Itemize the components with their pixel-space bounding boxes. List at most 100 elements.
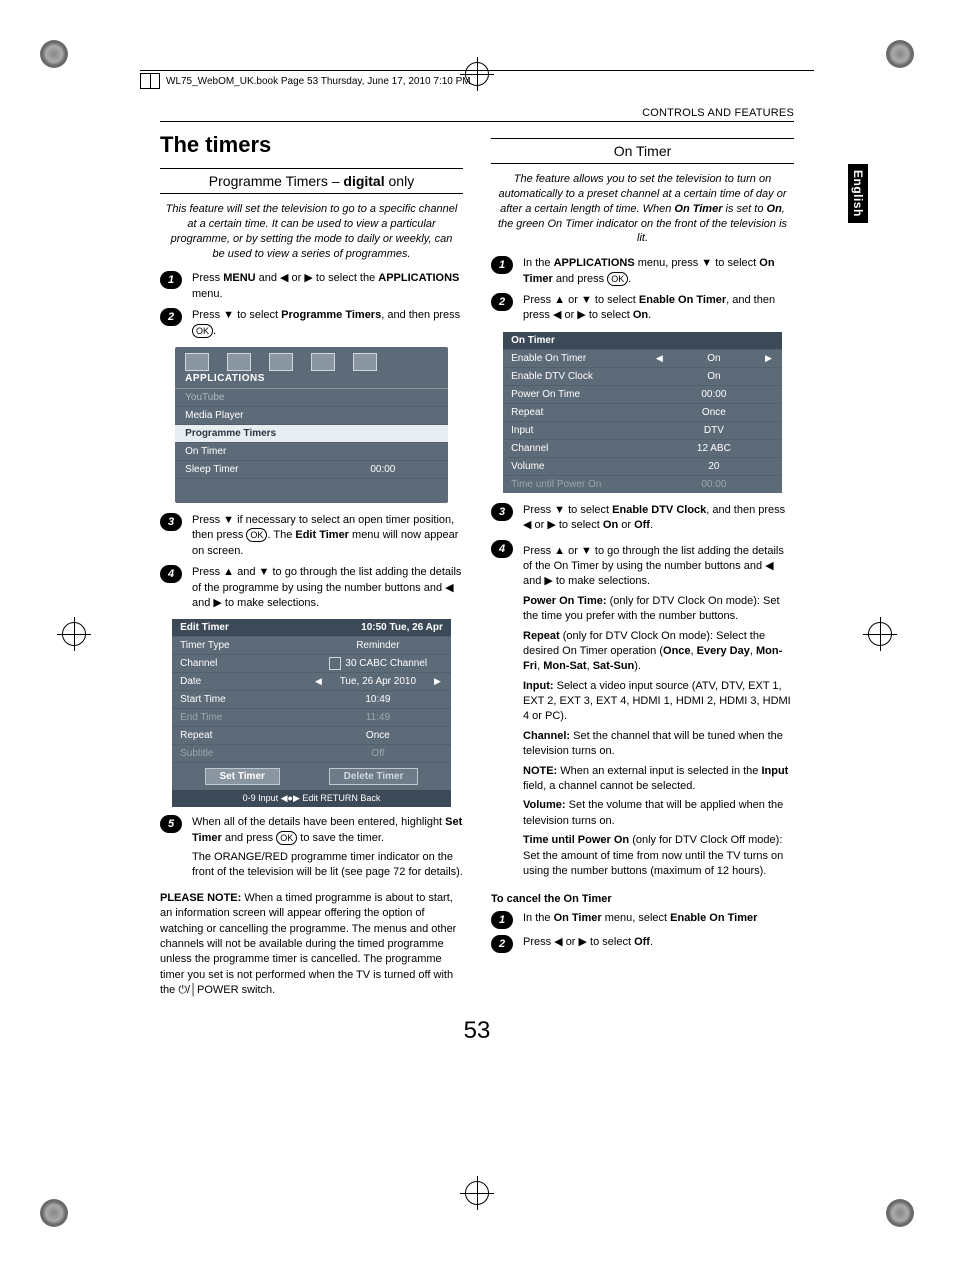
- step-2: 2 Press ▲ or ▼ to select Enable On Timer…: [491, 293, 794, 324]
- content-columns: The timers Programme Timers – digital on…: [160, 128, 794, 1003]
- step-body: Press ▲ and ▼ to go through the list add…: [192, 565, 463, 611]
- osd-on-timer: On Timer Enable On Timer◀On▶ Enable DTV …: [503, 332, 782, 493]
- section-head-text: Programme Timers –: [209, 173, 344, 189]
- osd-row: Media Player: [175, 407, 448, 425]
- step-body: Press ▼ if necessary to select an open t…: [192, 513, 463, 559]
- osd-tabs: [175, 347, 448, 373]
- channel-icon: [329, 657, 342, 670]
- intro-text: The feature allows you to set the televi…: [495, 172, 790, 246]
- crop-mark-icon: [886, 40, 914, 68]
- crop-mark-icon: [886, 1199, 914, 1227]
- tab-icon: [353, 353, 377, 371]
- step-badge: 1: [160, 271, 182, 289]
- step-body: In the APPLICATIONS menu, press ▼ to sel…: [523, 256, 794, 287]
- right-column: On Timer The feature allows you to set t…: [491, 128, 794, 1003]
- cancel-step-2: 2 Press ◀ or ▶ to select Off.: [491, 935, 794, 953]
- osd-heading: APPLICATIONS: [175, 373, 448, 389]
- step-badge: 1: [491, 256, 513, 274]
- osd-row: On Timer: [175, 443, 448, 461]
- step-badge: 2: [491, 935, 513, 953]
- osd-row: RepeatOnce: [503, 403, 782, 421]
- delete-timer-button: Delete Timer: [329, 768, 419, 785]
- section-head-on-timer: On Timer: [491, 138, 794, 164]
- step-1: 1 In the APPLICATIONS menu, press ▼ to s…: [491, 256, 794, 287]
- right-arrow-icon: ▶: [434, 676, 441, 687]
- step-badge: 2: [491, 293, 513, 311]
- osd-button-row: Set Timer Delete Timer: [172, 762, 451, 790]
- osd-footer: 0-9 Input ◀●▶ Edit RETURN Back: [172, 790, 451, 807]
- osd-row: Enable DTV ClockOn: [503, 367, 782, 385]
- page-number: 53: [60, 1017, 894, 1045]
- section-head-bold: digital: [343, 173, 384, 189]
- osd-row: Sleep Timer00:00: [175, 461, 448, 479]
- header-rule: [160, 121, 794, 122]
- tab-icon: [269, 353, 293, 371]
- osd-row: Timer TypeReminder: [172, 636, 451, 654]
- running-header: CONTROLS AND FEATURES: [60, 107, 794, 119]
- osd-row: Start Time10:49: [172, 690, 451, 708]
- crop-mark-icon: [40, 40, 68, 68]
- step-body: Press ◀ or ▶ to select Off.: [523, 935, 794, 953]
- step-body: Press ▼ to select Enable DTV Clock, and …: [523, 503, 794, 534]
- osd-row: Channel 30 CABC Channel: [172, 654, 451, 672]
- osd-row: Date◀Tue, 26 Apr 2010▶: [172, 672, 451, 690]
- step-body: Press ▼ to select Programme Timers, and …: [192, 308, 463, 339]
- ok-icon: OK: [276, 831, 297, 845]
- osd-row: Power On Time00:00: [503, 385, 782, 403]
- registration-mark-icon: [465, 62, 489, 86]
- left-arrow-icon: ◀: [656, 353, 663, 364]
- osd-row: Volume20: [503, 457, 782, 475]
- book-icon: [140, 73, 160, 89]
- intro-text: This feature will set the television to …: [164, 202, 459, 261]
- cancel-step-1: 1 In the On Timer menu, select Enable On…: [491, 911, 794, 929]
- tab-icon: [185, 353, 209, 371]
- step-4: 4 Press ▲ and ▼ to go through the list a…: [160, 565, 463, 611]
- osd-row: RepeatOnce: [172, 726, 451, 744]
- osd-row: SubtitleOff: [172, 744, 451, 762]
- ok-icon: OK: [192, 324, 213, 338]
- registration-mark-icon: [62, 622, 86, 646]
- step-3: 3 Press ▼ to select Enable DTV Clock, an…: [491, 503, 794, 534]
- osd-row: InputDTV: [503, 421, 782, 439]
- step-body: In the On Timer menu, select Enable On T…: [523, 911, 794, 929]
- crop-mark-icon: [40, 1199, 68, 1227]
- left-column: The timers Programme Timers – digital on…: [160, 128, 463, 1003]
- osd-row: End Time11:49: [172, 708, 451, 726]
- step-1: 1 Press MENU and ◀ or ▶ to select the AP…: [160, 271, 463, 302]
- page: WL75_WebOM_UK.book Page 53 Thursday, Jun…: [0, 0, 954, 1267]
- step-badge: 4: [160, 565, 182, 583]
- please-note: PLEASE NOTE: When a timed programme is a…: [160, 891, 463, 999]
- registration-mark-icon: [868, 622, 892, 646]
- registration-mark-icon: [465, 1181, 489, 1205]
- osd-applications-menu: APPLICATIONS YouTube Media Player Progra…: [175, 347, 448, 503]
- osd-edit-timer: Edit Timer 10:50 Tue, 26 Apr Timer TypeR…: [172, 619, 451, 807]
- tab-icon: [311, 353, 335, 371]
- right-arrow-icon: ▶: [765, 353, 772, 364]
- left-arrow-icon: ◀: [315, 676, 322, 687]
- section-head-programme-timers: Programme Timers – digital only: [160, 168, 463, 194]
- osd-row: YouTube: [175, 389, 448, 407]
- step-body: Press MENU and ◀ or ▶ to select the APPL…: [192, 271, 463, 302]
- osd-titlebar: Edit Timer 10:50 Tue, 26 Apr: [172, 619, 451, 636]
- step-body: When all of the details have been entere…: [192, 815, 463, 885]
- tab-icon: [227, 353, 251, 371]
- osd-row: Enable On Timer◀On▶: [503, 349, 782, 367]
- osd-titlebar: On Timer: [503, 332, 782, 349]
- section-head-suffix: only: [385, 173, 415, 189]
- ok-icon: OK: [246, 528, 267, 542]
- osd-row: Time until Power On00:00: [503, 475, 782, 493]
- step-body: Press ▲ or ▼ to select Enable On Timer, …: [523, 293, 794, 324]
- book-meta-text: WL75_WebOM_UK.book Page 53 Thursday, Jun…: [166, 76, 471, 87]
- step-5: 5 When all of the details have been ente…: [160, 815, 463, 885]
- step-badge: 1: [491, 911, 513, 929]
- ok-icon: OK: [607, 272, 628, 286]
- cancel-heading: To cancel the On Timer: [491, 893, 794, 905]
- osd-row: Channel12 ABC: [503, 439, 782, 457]
- set-timer-button: Set Timer: [205, 768, 280, 785]
- step-4: 4 Press ▲ or ▼ to go through the list ad…: [491, 540, 794, 884]
- step-badge: 5: [160, 815, 182, 833]
- step-badge: 2: [160, 308, 182, 326]
- step-2: 2 Press ▼ to select Programme Timers, an…: [160, 308, 463, 339]
- step-badge: 3: [491, 503, 513, 521]
- osd-row-selected: Programme Timers: [175, 425, 448, 443]
